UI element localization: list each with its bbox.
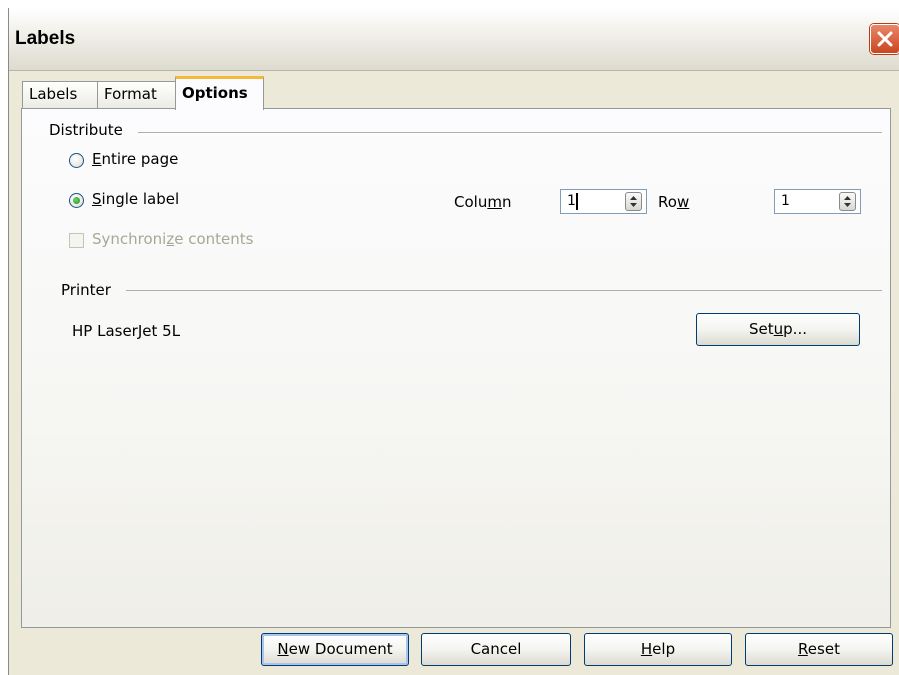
new-document-button[interactable]: New Document <box>261 633 409 666</box>
cancel-button[interactable]: Cancel <box>421 633 571 666</box>
column-label: Column <box>454 193 512 211</box>
window-title: Labels <box>15 28 76 49</box>
row-spin-buttons[interactable] <box>839 192 856 211</box>
synchronize-checkbox[interactable] <box>69 233 84 248</box>
column-spin-buttons[interactable] <box>625 192 642 211</box>
distribute-divider <box>138 132 882 133</box>
row-label: Row <box>658 193 690 211</box>
setup-button[interactable]: Setup... <box>696 313 860 346</box>
row-spinner[interactable]: 1 <box>774 189 861 214</box>
tab-format[interactable]: Format <box>97 81 176 108</box>
entire-page-label[interactable]: Entire page <box>92 150 178 168</box>
help-button[interactable]: Help <box>584 633 732 666</box>
spin-arrows-icon <box>630 196 637 207</box>
column-spinner[interactable]: 1 <box>560 189 647 214</box>
close-button[interactable] <box>870 24 899 54</box>
spin-arrows-icon <box>844 196 851 207</box>
row-value[interactable]: 1 <box>781 193 790 209</box>
single-label-radio[interactable] <box>69 193 84 208</box>
radio-selected-dot <box>73 197 80 204</box>
single-label-label[interactable]: Single label <box>92 190 179 208</box>
printer-divider <box>126 290 882 291</box>
title-bar[interactable]: Labels <box>9 8 899 71</box>
tab-labels[interactable]: Labels <box>22 81 98 108</box>
printer-heading: Printer <box>61 281 111 299</box>
entire-page-radio[interactable] <box>69 153 84 168</box>
text-caret <box>576 193 578 210</box>
column-value[interactable]: 1 <box>567 193 576 209</box>
distribute-heading: Distribute <box>49 121 123 139</box>
tab-options[interactable]: Options <box>175 76 264 110</box>
close-icon <box>877 31 893 47</box>
printer-name: HP LaserJet 5L <box>72 322 181 340</box>
synchronize-label: Synchronize contents <box>92 230 254 248</box>
options-panel: Distribute Entire page Single label Sync… <box>21 108 891 628</box>
labels-dialog: Labels Labels Format Options Distribute … <box>8 8 899 675</box>
reset-button[interactable]: Reset <box>745 633 893 666</box>
